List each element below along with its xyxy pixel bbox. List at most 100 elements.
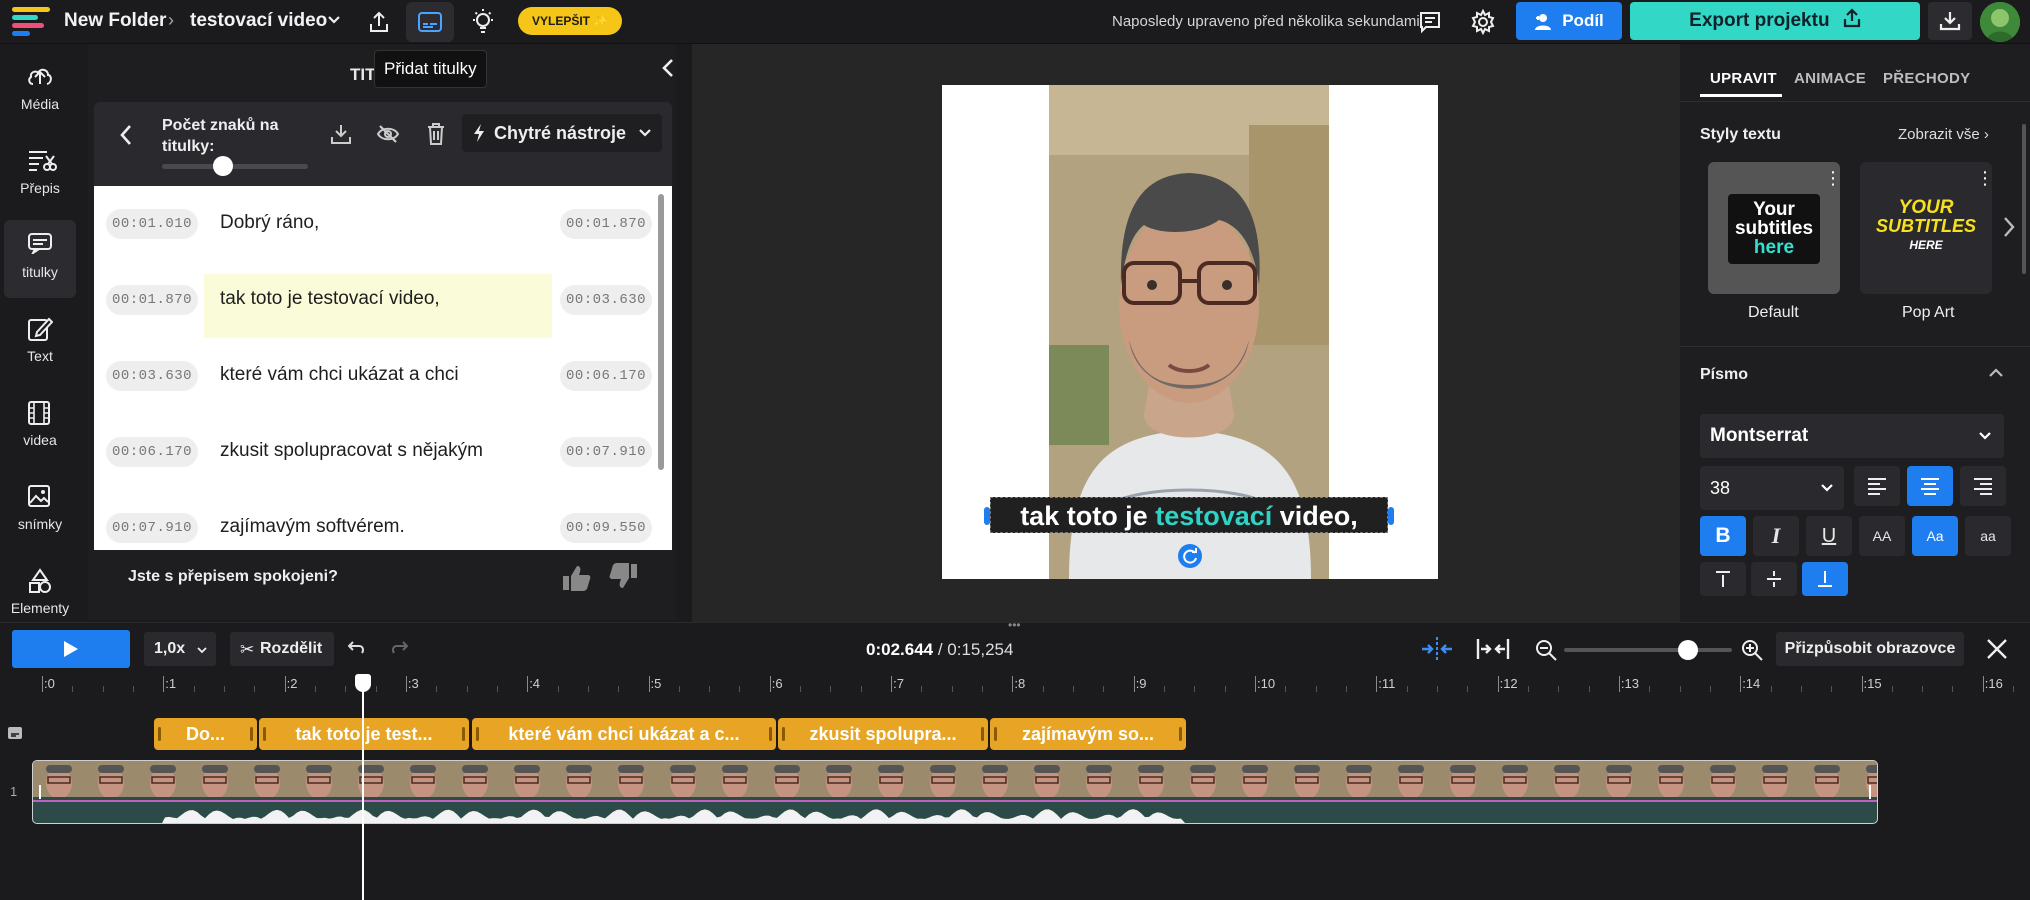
subtitle-row[interactable]: 00:03.630 které vám chci ukázat a chci 0… [94,338,672,414]
subtitle-text[interactable]: které vám chci ukázat a chci [220,364,459,386]
zoom-slider[interactable] [1564,648,1732,652]
share-upload-icon[interactable] [366,9,392,35]
subtitle-clip[interactable]: zajímavým so... [990,718,1186,750]
font-family-select[interactable]: Montserrat [1700,414,2004,458]
font-size-select[interactable]: 38 [1700,466,1844,510]
download-button[interactable] [1928,2,1972,40]
project-title[interactable]: testovací video [190,10,327,32]
back-arrow-icon[interactable] [118,124,134,146]
speed-select[interactable]: 1,0x [144,632,216,666]
redo-icon[interactable] [390,638,408,656]
bold-button[interactable]: B [1700,516,1746,556]
subtitle-row[interactable]: 00:01.010 Dobrý ráno, 00:01.870 [94,186,672,262]
end-timestamp[interactable]: 00:06.170 [560,361,652,391]
undo-icon[interactable] [348,638,366,656]
thumbs-down-icon[interactable] [608,562,638,590]
nav-item-text[interactable]: Text [4,304,76,382]
comment-icon[interactable] [1418,10,1442,34]
align-right-button[interactable] [1960,466,2006,506]
style-card-default[interactable]: Your subtitles here ⋮ [1708,162,1842,294]
valign-top-button[interactable] [1700,562,1746,596]
split-button[interactable]: ✂ Rozdělit [230,632,334,666]
breadcrumb-folder[interactable]: New Folder [64,10,166,32]
smart-tools-dropdown[interactable]: Chytré nástroje [462,114,662,152]
end-timestamp[interactable]: 00:01.870 [560,209,652,239]
italic-button[interactable]: I [1753,516,1799,556]
nav-item-videos[interactable]: videa [4,388,76,466]
uppercase-button[interactable]: AA [1859,516,1905,556]
zoom-in-icon[interactable] [1740,638,1764,662]
avatar[interactable] [1980,2,2020,42]
show-all-link[interactable]: Zobrazit vše › [1898,126,1989,143]
upgrade-button[interactable]: VYLEPŠIT ✨ [518,7,623,35]
style-card-pop-art[interactable]: YOUR SUBTITLES HERE ⋮ [1860,162,1994,294]
start-timestamp[interactable]: 00:03.630 [106,361,198,391]
tab-transitions[interactable]: PŘECHODY [1883,70,1970,87]
end-timestamp[interactable]: 00:09.550 [560,513,652,543]
video-canvas[interactable]: tak toto je testovací video, [942,85,1438,579]
tab-animations[interactable]: ANIMACE [1794,70,1866,87]
trash-icon[interactable] [426,122,446,146]
subtitle-row[interactable]: 00:07.910 zajímavým softvérem. 00:09.550 [94,490,672,550]
char-count-slider[interactable] [162,164,308,169]
capitalize-button[interactable]: Aa [1912,516,1958,556]
fit-to-screen-button[interactable]: Přizpůsobit obrazovce [1776,632,1964,666]
playhead-handle[interactable] [354,674,371,692]
close-icon[interactable] [1986,638,2008,660]
video-track-clip[interactable] [32,760,1878,824]
subtitle-clip[interactable]: Do... [154,718,257,750]
add-subtitles-button[interactable] [406,2,454,42]
gear-icon[interactable] [1470,9,1496,35]
clip-trim-handle-right[interactable] [1869,785,1871,799]
caption-overlay[interactable]: tak toto je testovací video, [990,497,1388,533]
align-center-button[interactable] [1907,466,1953,506]
subtitle-clip[interactable]: tak toto je test... [259,718,469,750]
subtitle-row-selected[interactable]: 00:01.870 tak toto je testovací video, 0… [94,262,672,340]
collapse-panel-icon[interactable] [660,58,676,78]
download-subtitles-icon[interactable] [330,123,352,145]
nav-item-transcript[interactable]: Přepis [4,136,76,214]
fit-width-icon[interactable] [1476,638,1510,660]
subtitle-row[interactable]: 00:06.170 zkusit spolupracovat s nějakým… [94,414,672,490]
subtitle-list-scrollbar[interactable] [658,194,664,470]
timeline-resize-handle[interactable]: ••• [1008,618,1021,632]
start-timestamp[interactable]: 00:07.910 [106,513,198,543]
app-logo-icon[interactable] [12,7,50,36]
export-project-button[interactable]: Export projektu [1630,2,1920,40]
more-options-icon[interactable]: ⋮ [1824,168,1842,189]
chevron-down-icon[interactable] [326,12,342,28]
zoom-out-icon[interactable] [1534,638,1558,662]
end-timestamp[interactable]: 00:03.630 [560,285,652,315]
start-timestamp[interactable]: 00:01.010 [106,209,198,239]
chevron-right-icon[interactable] [2002,216,2016,238]
caption-resize-handle-right[interactable] [1388,507,1394,525]
more-options-icon[interactable]: ⋮ [1976,168,1994,189]
valign-middle-button[interactable] [1751,562,1797,596]
share-button[interactable]: Podíl [1516,2,1622,40]
lightbulb-icon[interactable] [470,8,496,36]
rotate-handle-icon[interactable] [1178,544,1202,568]
hide-eye-icon[interactable] [376,124,400,144]
caption-resize-handle-left[interactable] [984,507,990,525]
underline-button[interactable]: U [1806,516,1852,556]
start-timestamp[interactable]: 00:06.170 [106,437,198,467]
align-left-button[interactable] [1854,466,1900,506]
subtitle-text[interactable]: Dobrý ráno, [220,212,319,234]
tab-edit[interactable]: UPRAVIT [1710,70,1777,87]
subtitle-clip[interactable]: zkusit spolupra... [778,718,988,750]
nav-item-subtitles[interactable]: titulky [4,220,76,298]
panel-scrollbar[interactable] [2022,124,2026,274]
end-timestamp[interactable]: 00:07.910 [560,437,652,467]
nav-item-media[interactable]: Média [4,52,76,130]
thumbs-up-icon[interactable] [562,564,592,592]
nav-item-images[interactable]: snímky [4,472,76,550]
lowercase-button[interactable]: aa [1965,516,2011,556]
start-timestamp[interactable]: 00:01.870 [106,285,198,315]
subtitle-text[interactable]: tak toto je testovací video, [220,288,440,310]
chevron-up-icon[interactable] [1988,366,2004,380]
clip-trim-handle-left[interactable] [39,785,41,799]
subtitle-text[interactable]: zajímavým softvérem. [220,516,405,538]
valign-bottom-button[interactable] [1802,562,1848,596]
play-button[interactable] [12,630,130,668]
subtitle-text[interactable]: zkusit spolupracovat s nějakým [220,440,483,462]
